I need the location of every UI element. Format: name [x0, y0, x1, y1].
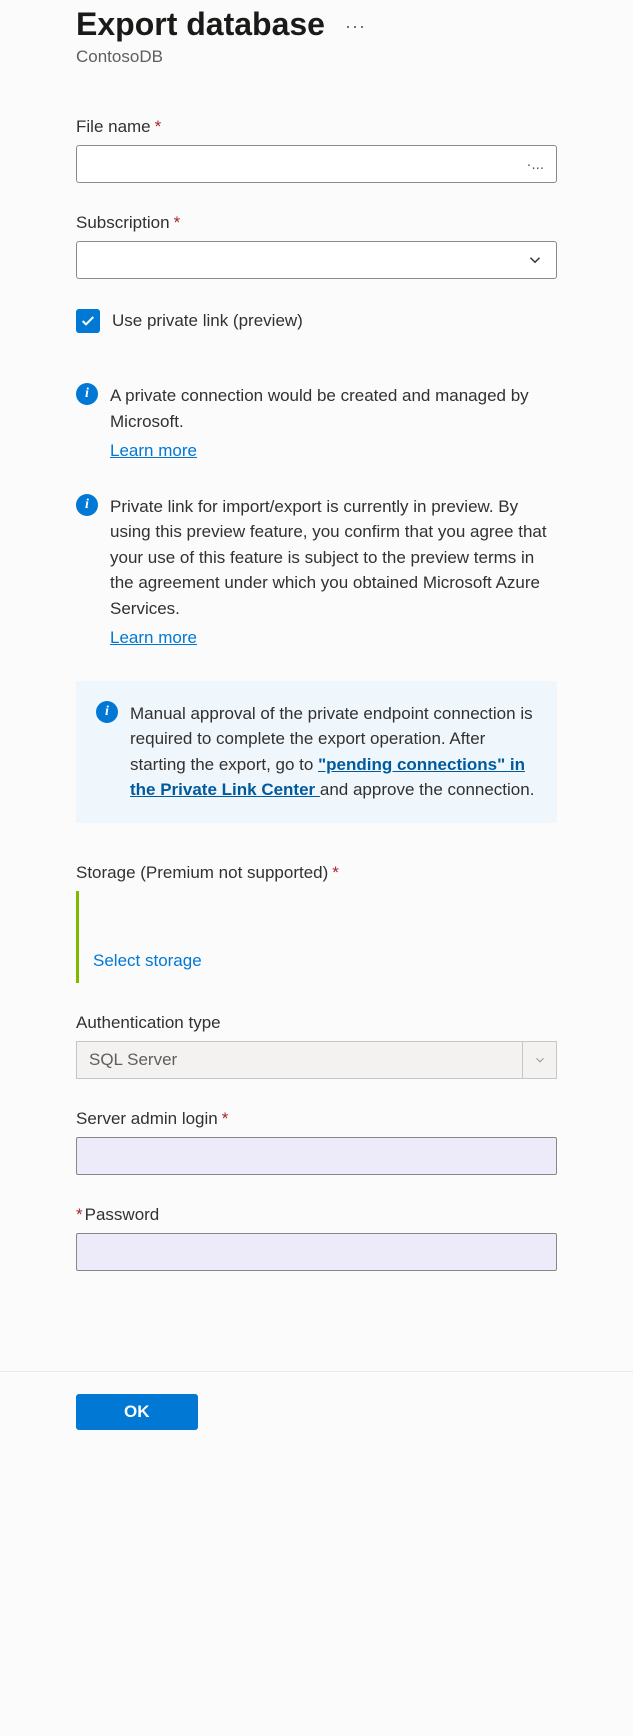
page-subtitle: ContosoDB: [76, 47, 557, 67]
storage-label: Storage (Premium not supported)*: [76, 863, 557, 883]
admin-login-input[interactable]: [76, 1137, 557, 1175]
storage-box: Select storage: [76, 891, 557, 983]
learn-more-link-1[interactable]: Learn more: [110, 438, 197, 464]
info-icon: i: [76, 494, 98, 516]
subscription-select[interactable]: [76, 241, 557, 279]
auth-type-label: Authentication type: [76, 1013, 557, 1033]
chevron-down-icon: [526, 251, 544, 269]
password-input[interactable]: [76, 1233, 557, 1271]
file-name-label: File name*: [76, 117, 557, 137]
callout-text: Manual approval of the private endpoint …: [130, 701, 537, 803]
private-link-checkbox[interactable]: [76, 309, 100, 333]
check-icon: [80, 313, 96, 329]
chevron-down-icon: [533, 1053, 547, 1067]
info-icon: i: [76, 383, 98, 405]
info-text-1: A private connection would be created an…: [110, 383, 557, 464]
private-link-label: Use private link (preview): [112, 311, 303, 331]
page-title: Export database: [76, 6, 325, 43]
password-label: *Password: [76, 1205, 557, 1225]
more-icon[interactable]: ···: [345, 16, 366, 37]
info-text-2: Private link for import/export is curren…: [110, 494, 557, 651]
admin-login-label: Server admin login*: [76, 1109, 557, 1129]
select-storage-link[interactable]: Select storage: [93, 951, 202, 970]
auth-type-select: SQL Server: [76, 1041, 557, 1079]
footer-divider: [0, 1371, 633, 1372]
ok-button[interactable]: OK: [76, 1394, 198, 1430]
info-icon: i: [96, 701, 118, 723]
learn-more-link-2[interactable]: Learn more: [110, 625, 197, 651]
file-name-input[interactable]: [76, 145, 557, 183]
subscription-label: Subscription*: [76, 213, 557, 233]
